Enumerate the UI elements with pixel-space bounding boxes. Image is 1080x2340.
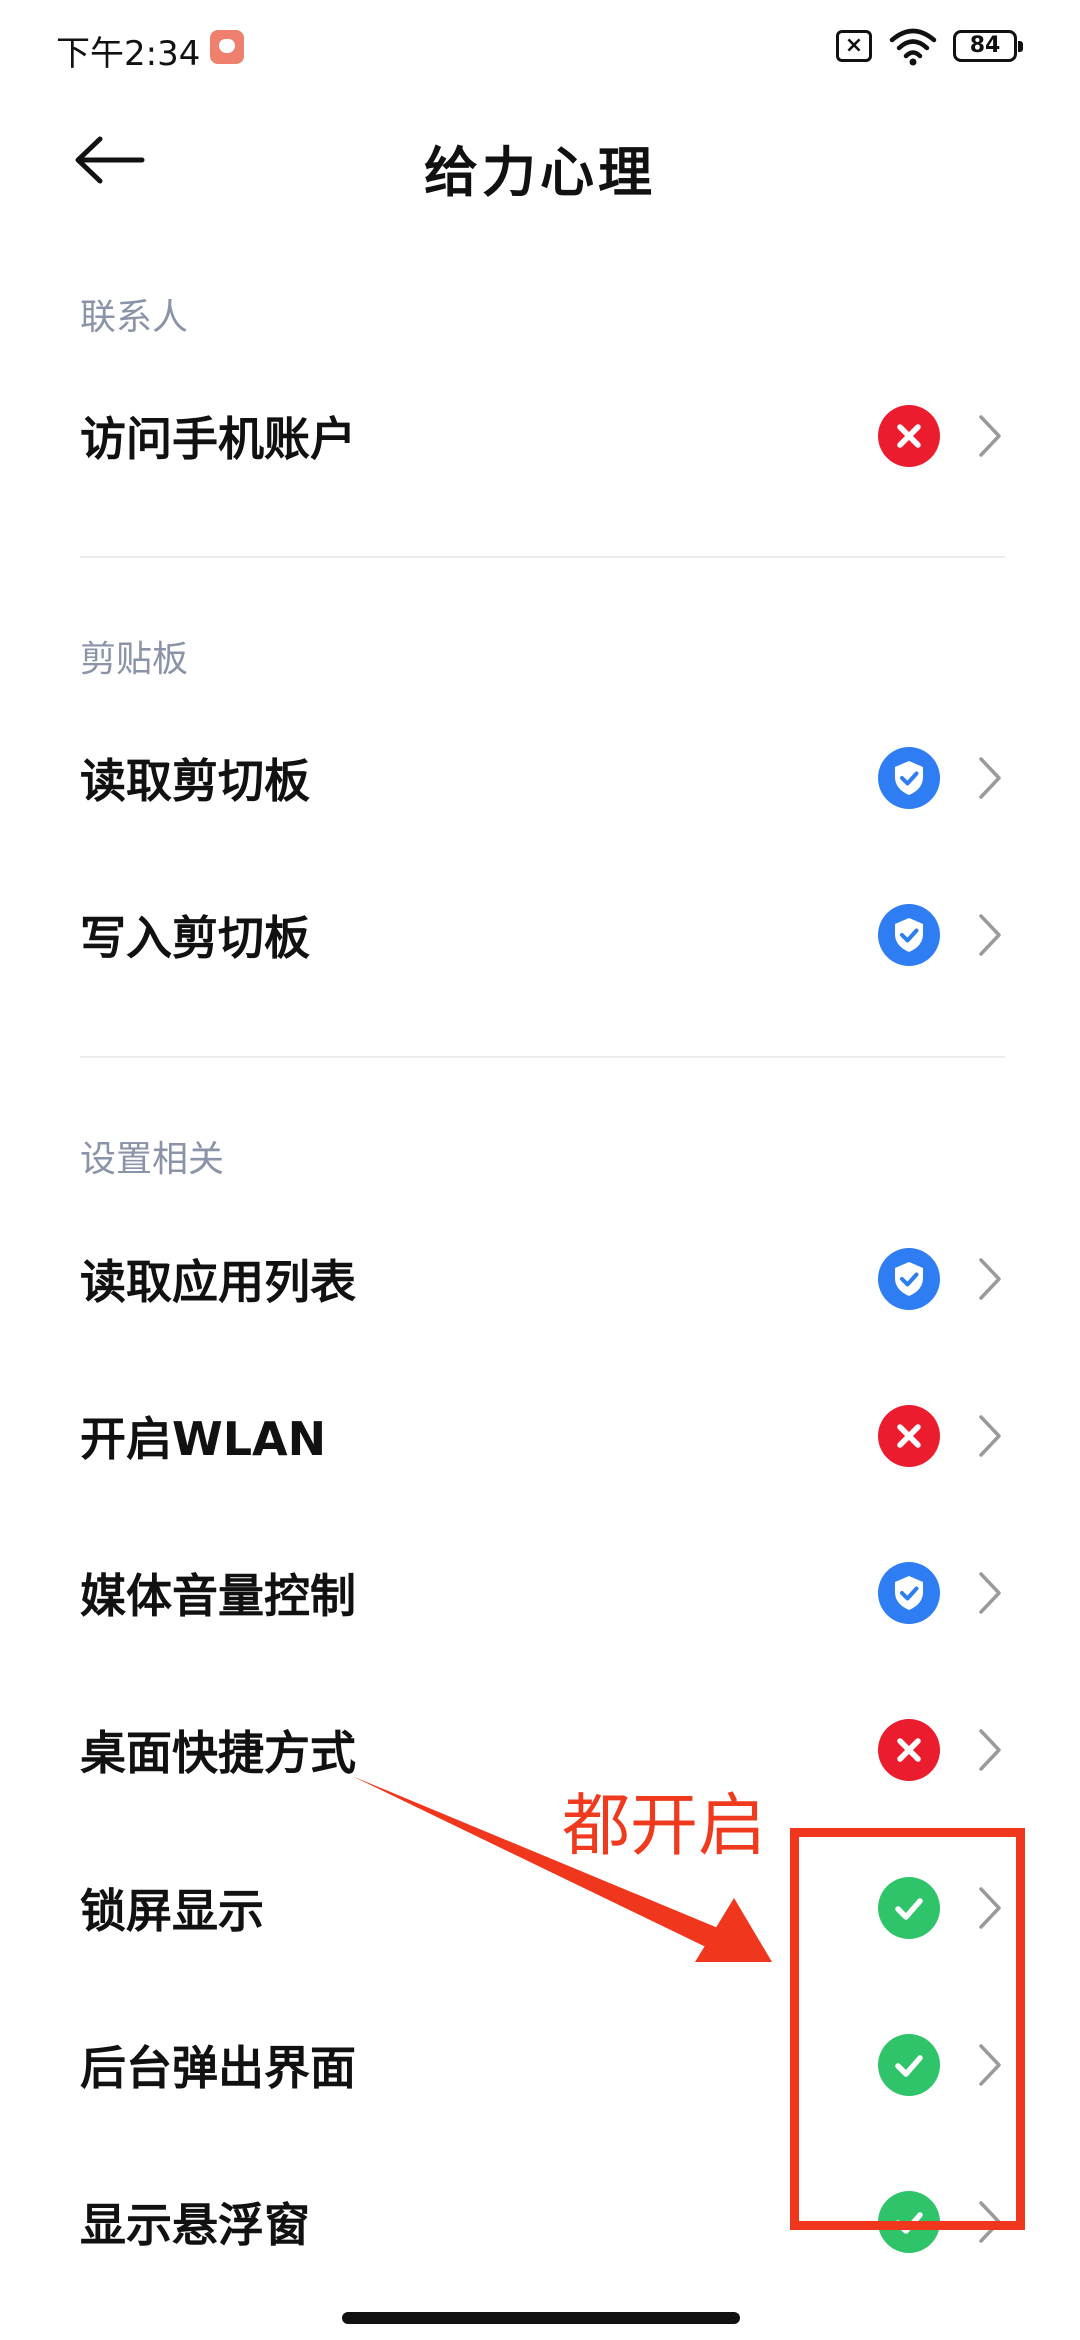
permission-row-write-clipboard[interactable]: 写入剪切板 — [0, 860, 1080, 1010]
permission-row-enable-wlan[interactable]: 开启WLAN — [0, 1361, 1080, 1511]
chevron-right-icon — [975, 411, 1005, 461]
section-divider — [80, 556, 1005, 558]
page-title: 给力心理 — [424, 141, 656, 204]
permission-label: 后台弹出界面 — [80, 2041, 356, 2095]
section-title-clipboard: 剪贴板 — [80, 639, 189, 680]
section-title-settings: 设置相关 — [80, 1139, 225, 1180]
permission-row-media-volume[interactable]: 媒体音量控制 — [0, 1518, 1080, 1668]
x-circle-icon — [878, 1719, 940, 1781]
chevron-right-icon — [975, 1725, 1005, 1775]
permission-label: 桌面快捷方式 — [80, 1726, 356, 1780]
status-bar: 下午2:34 × 84 — [0, 0, 1080, 100]
annotation-highlight-box — [790, 1828, 1025, 2230]
home-indicator[interactable] — [342, 2312, 740, 2324]
permission-label: 读取剪切板 — [80, 754, 310, 808]
shield-check-icon — [878, 1562, 940, 1624]
wifi-icon — [888, 26, 938, 66]
permission-label: 锁屏显示 — [80, 1884, 264, 1938]
notification-app-icon — [210, 30, 244, 64]
permission-label: 显示悬浮窗 — [80, 2198, 310, 2252]
permission-row-read-app-list[interactable]: 读取应用列表 — [0, 1204, 1080, 1354]
shield-check-icon — [878, 1248, 940, 1310]
section-divider — [80, 1056, 1005, 1058]
annotation-text: 都开启 — [562, 1787, 767, 1866]
x-circle-icon — [878, 1405, 940, 1467]
permission-row-desktop-shortcut[interactable]: 桌面快捷方式 — [0, 1675, 1080, 1825]
battery-icon: 84 — [953, 30, 1023, 62]
permission-label: 读取应用列表 — [80, 1255, 356, 1309]
chevron-right-icon — [975, 1568, 1005, 1618]
section-title-contacts: 联系人 — [80, 297, 189, 338]
x-circle-icon — [878, 405, 940, 467]
chevron-right-icon — [975, 1254, 1005, 1304]
app-header: 给力心理 — [0, 100, 1080, 220]
permission-row-read-clipboard[interactable]: 读取剪切板 — [0, 703, 1080, 853]
permission-label: 写入剪切板 — [80, 911, 310, 965]
shield-check-icon — [878, 904, 940, 966]
chevron-right-icon — [975, 1411, 1005, 1461]
permission-row-access-accounts[interactable]: 访问手机账户 — [0, 361, 1080, 511]
permission-label: 媒体音量控制 — [80, 1569, 356, 1623]
status-time: 下午2:34 — [56, 34, 201, 74]
chevron-right-icon — [975, 753, 1005, 803]
chevron-right-icon — [975, 910, 1005, 960]
permission-label: 访问手机账户 — [80, 412, 356, 466]
permission-label: 开启WLAN — [80, 1412, 327, 1466]
sim-card-icon: × — [836, 30, 872, 62]
shield-check-icon — [878, 747, 940, 809]
